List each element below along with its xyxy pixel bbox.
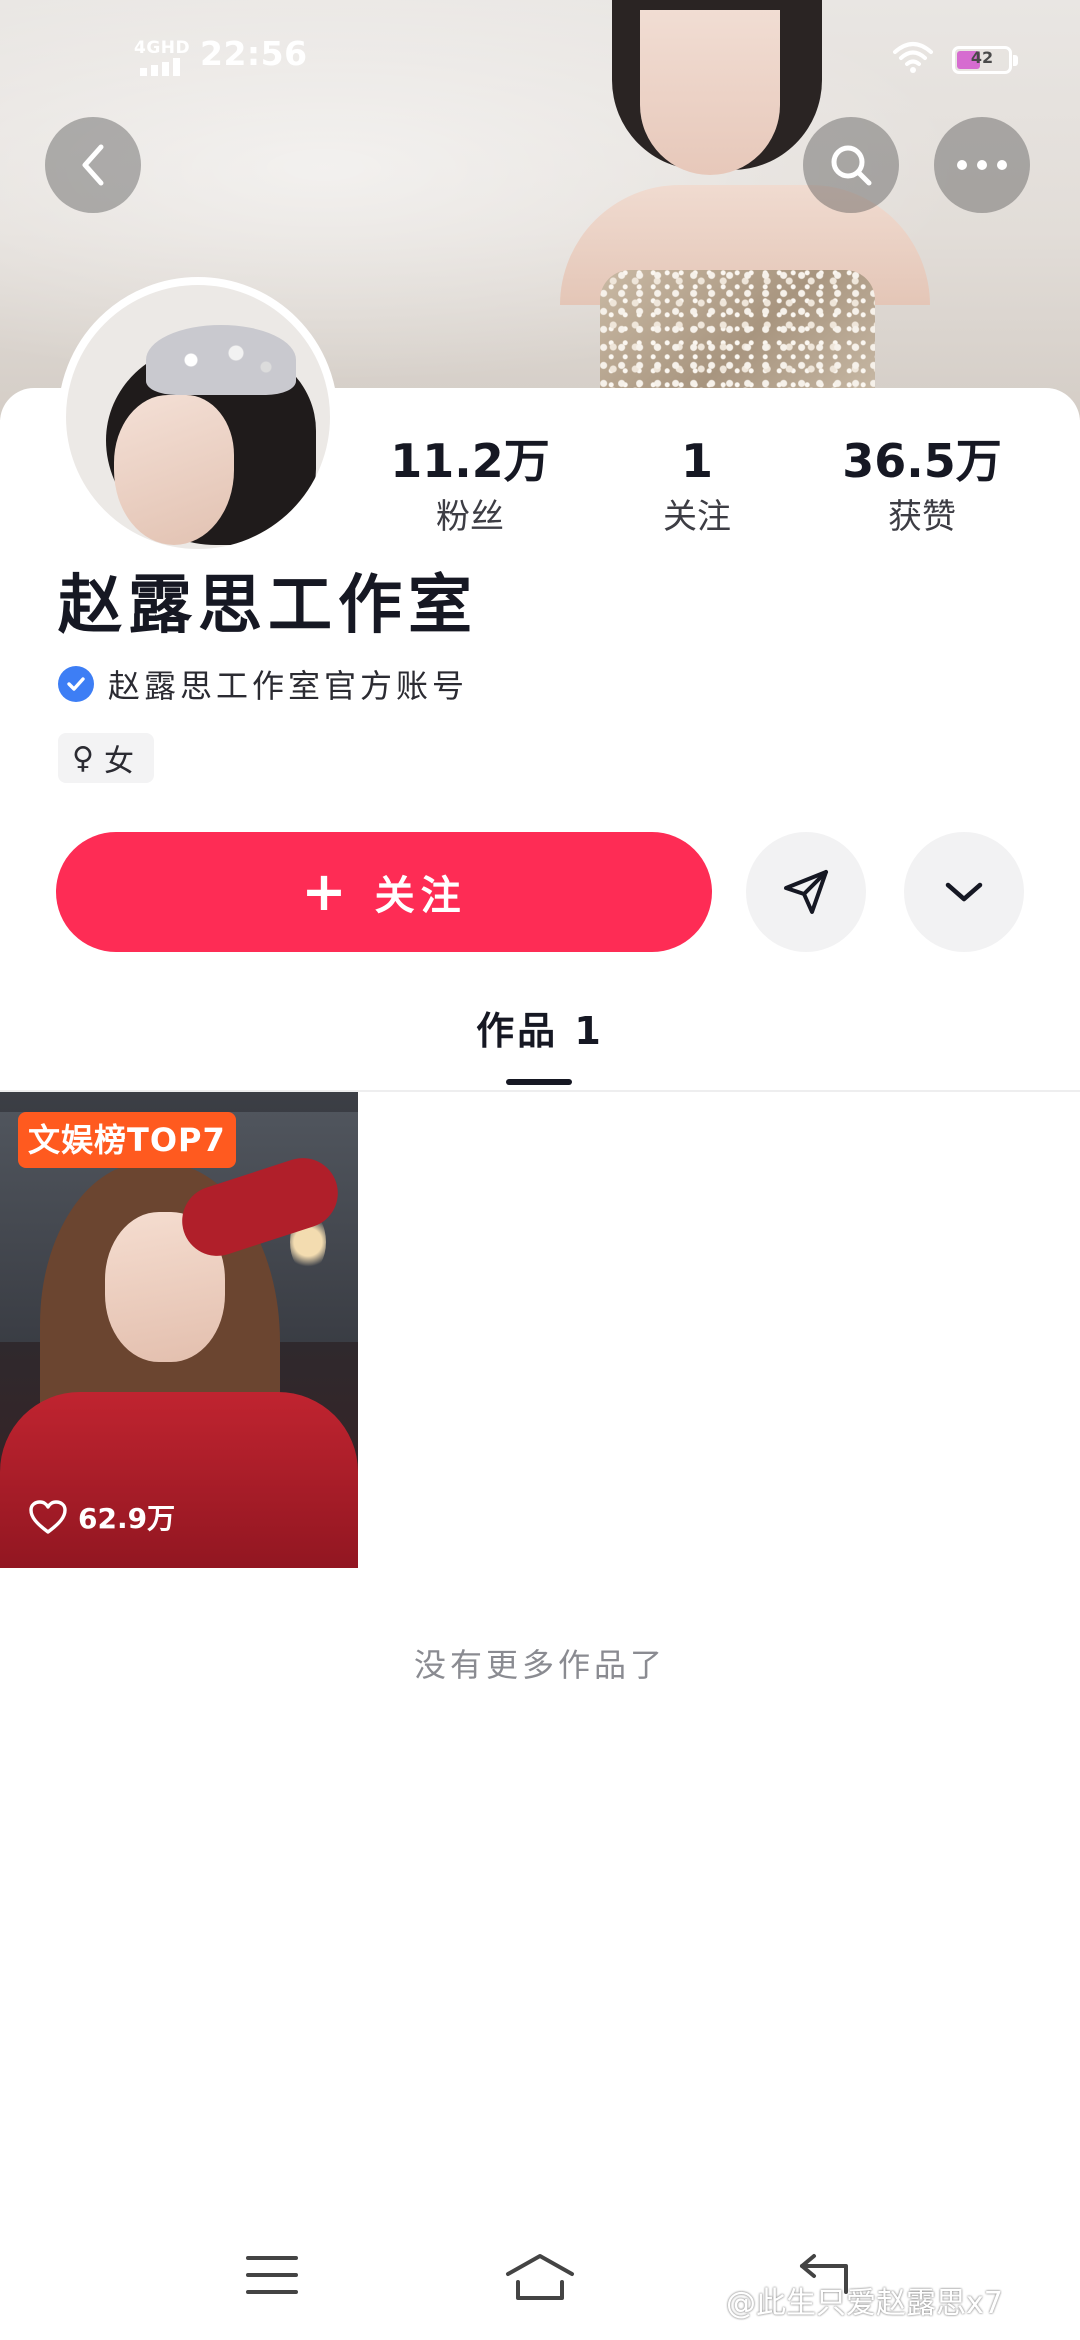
clock: 22:56 <box>200 34 308 73</box>
like-count-value: 62.9万 <box>78 1502 176 1535</box>
stat-label: 获赞 <box>888 497 956 537</box>
follow-label: 关注 <box>374 873 467 919</box>
thumbnail-sweater <box>0 1392 358 1568</box>
tab-works[interactable]: 作品 1 <box>440 1000 640 1055</box>
profile-name: 赵露思工作室 <box>58 569 478 643</box>
search-button[interactable] <box>803 117 899 213</box>
avatar-tiara <box>146 325 296 395</box>
status-bar: 4GHD 22:56 42 <box>0 0 1080 110</box>
wifi-icon <box>893 42 933 73</box>
stat-following[interactable]: 1 关注 <box>597 432 797 542</box>
profile-stats: 11.2万 粉丝 1 关注 36.5万 获赞 <box>0 432 1080 552</box>
no-more-works: 没有更多作品了 <box>413 1646 666 1684</box>
like-count: 62.9万 <box>28 1497 175 1537</box>
verification-row: 赵露思工作室官方账号 <box>58 662 468 706</box>
plus-icon: + <box>301 860 353 923</box>
back-icon <box>82 144 104 186</box>
watermark: @此生只爱赵露思x7 <box>726 2286 1003 2321</box>
chevron-down-icon <box>945 882 983 902</box>
stat-value: 11.2万 <box>390 434 550 488</box>
more-icon <box>957 160 1007 170</box>
follow-button[interactable]: + 关注 <box>56 832 712 952</box>
stat-label: 粉丝 <box>436 497 504 537</box>
battery-icon: 42 <box>952 46 1018 74</box>
verified-text: 赵露思工作室官方账号 <box>108 667 469 705</box>
female-icon: ♀ <box>72 740 94 776</box>
tab-indicator <box>506 1079 572 1085</box>
search-icon <box>831 145 872 186</box>
battery-percent: 42 <box>970 48 994 67</box>
battery-cap <box>1013 55 1018 66</box>
stat-fans[interactable]: 11.2万 粉丝 <box>370 432 570 542</box>
share-button[interactable] <box>746 832 866 952</box>
home-icon[interactable] <box>504 2252 576 2302</box>
verified-icon <box>58 666 94 702</box>
more-button[interactable] <box>934 117 1030 213</box>
expand-button[interactable] <box>904 832 1024 952</box>
heart-icon <box>29 1500 67 1534</box>
gender-tag: ♀ 女 <box>58 733 154 783</box>
menu-icon[interactable] <box>244 2252 300 2298</box>
stat-likes[interactable]: 36.5万 获赞 <box>822 432 1022 542</box>
network-type: 4GHD <box>134 38 191 58</box>
video-thumbnail[interactable]: 文娱榜TOP7 62.9万 <box>0 1092 358 1568</box>
stat-value: 1 <box>680 434 713 488</box>
send-icon <box>784 870 828 914</box>
gender-label: 女 <box>103 744 134 779</box>
back-button[interactable] <box>45 117 141 213</box>
signal-icon <box>140 58 180 76</box>
stat-value: 36.5万 <box>842 434 1002 488</box>
stat-label: 关注 <box>663 497 731 537</box>
rank-badge: 文娱榜TOP7 <box>18 1112 236 1168</box>
